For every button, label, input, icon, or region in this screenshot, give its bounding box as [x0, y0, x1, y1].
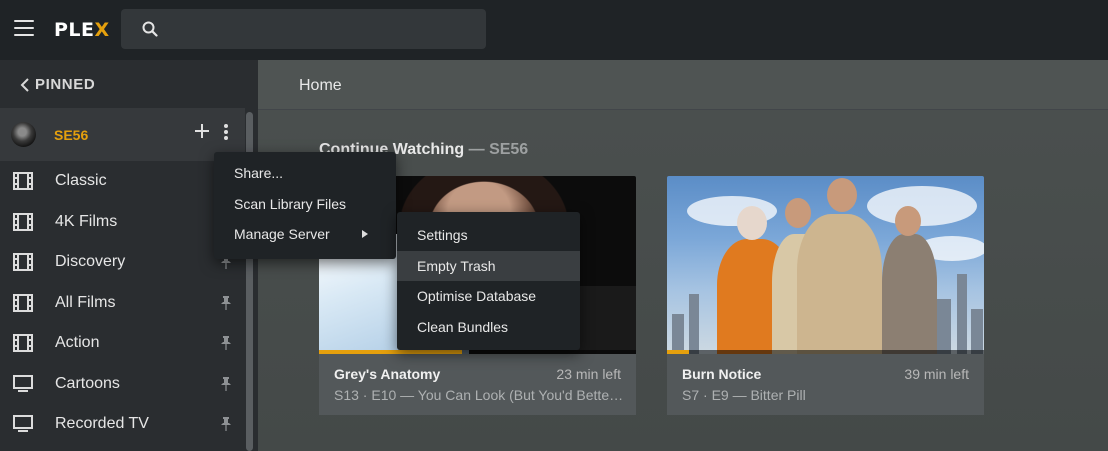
monitor-icon [13, 374, 33, 393]
sidebar-item-discovery[interactable]: Discovery [0, 242, 245, 283]
sidebar-item-4k-films[interactable]: 4K Films [0, 202, 245, 243]
card-info: Burn Notice 39 min left S7 · E9 — Bitter… [667, 354, 984, 415]
pin-icon[interactable] [220, 376, 232, 391]
menu-item-label: Scan Library Files [234, 195, 347, 212]
pin-icon[interactable] [220, 336, 232, 350]
menu-item-label: Clean Bundles [417, 318, 509, 335]
sidebar-item-label: Cartoons [55, 374, 120, 392]
menu-item-label: Optimise Database [417, 288, 537, 304]
pin-icon[interactable] [220, 295, 232, 310]
time-left: 39 min left [904, 366, 969, 382]
sidebar-item-all-films[interactable]: All Films [0, 283, 245, 324]
menu-item-clean-bundles[interactable]: Clean Bundles [397, 312, 580, 343]
add-library-icon[interactable] [194, 123, 210, 139]
section-title-server: SE56 [489, 141, 529, 158]
search-input[interactable] [167, 17, 467, 41]
submenu-arrow-icon [362, 230, 368, 238]
menu-item-share[interactable]: Share... [214, 158, 396, 189]
sidebar-item-label: 4K Films [55, 212, 118, 230]
server-row[interactable]: SE56 [0, 108, 245, 161]
film-icon [13, 293, 33, 312]
library-list: Classic 4K Films Discovery All Films Action C… [0, 161, 245, 445]
sidebar-item-cartoons[interactable]: Cartoons [0, 364, 245, 405]
manage-server-submenu: Settings Empty Trash Optimise Database C… [397, 212, 580, 350]
monitor-icon [13, 415, 33, 433]
film-icon [13, 334, 33, 352]
pinned-label: PINNED [35, 76, 96, 93]
server-name: SE56 [54, 127, 89, 143]
menu-item-label: Share... [234, 165, 284, 181]
sidebar-item-action[interactable]: Action [0, 323, 245, 364]
film-icon [13, 212, 33, 231]
menu-item-label: Settings [417, 227, 468, 243]
top-bar: PLEX [0, 0, 1108, 60]
sidebar-item-label: All Films [55, 293, 116, 311]
menu-item-label: Manage Server [234, 226, 330, 242]
hamburger-menu-icon[interactable] [14, 20, 34, 38]
sidebar-item-label: Action [55, 334, 100, 351]
film-icon [13, 172, 33, 190]
sidebar-item-label: Recorded TV [55, 415, 149, 432]
section-title-separator: — [464, 141, 490, 158]
menu-item-optimise-database[interactable]: Optimise Database [397, 281, 580, 312]
main-header: Home [258, 60, 1108, 110]
poster-image[interactable] [667, 176, 984, 354]
sidebar-item-classic[interactable]: Classic [0, 161, 245, 202]
card-info: Grey's Anatomy 23 min left S13 · E10 — Y… [319, 354, 636, 415]
search-bar[interactable] [121, 9, 486, 49]
menu-item-settings[interactable]: Settings [397, 220, 580, 251]
menu-item-scan-library-files[interactable]: Scan Library Files [214, 189, 396, 220]
search-icon [142, 21, 158, 37]
menu-item-empty-trash[interactable]: Empty Trash [397, 250, 580, 281]
film-icon [13, 253, 33, 271]
pin-icon[interactable] [220, 417, 232, 431]
server-avatar [11, 122, 36, 147]
time-left: 23 min left [556, 366, 621, 382]
card-title[interactable]: Grey's Anatomy [334, 366, 440, 382]
episode-info[interactable]: S13 · E10 — You Can Look (But You'd Bett… [334, 387, 624, 403]
more-options-icon[interactable] [220, 124, 232, 142]
sidebar-item-label: Classic [55, 172, 107, 189]
episode-info[interactable]: S7 · E9 — Bitter Pill [682, 387, 972, 403]
breadcrumb-home[interactable]: Home [299, 77, 342, 95]
media-card-burn-notice[interactable]: Burn Notice 39 min left S7 · E9 — Bitter… [667, 176, 984, 415]
menu-item-label: Empty Trash [417, 257, 496, 274]
plex-logo[interactable]: PLEX [54, 19, 110, 41]
menu-item-manage-server[interactable]: Manage Server [214, 219, 396, 250]
sidebar-item-recorded-tv[interactable]: Recorded TV [0, 404, 245, 445]
card-title[interactable]: Burn Notice [682, 366, 761, 382]
pinned-back-button[interactable]: PINNED [0, 60, 258, 108]
server-context-menu: Share... Scan Library Files Manage Serve… [214, 152, 396, 259]
sidebar-item-label: Discovery [55, 253, 126, 270]
chevron-left-icon [20, 78, 29, 92]
